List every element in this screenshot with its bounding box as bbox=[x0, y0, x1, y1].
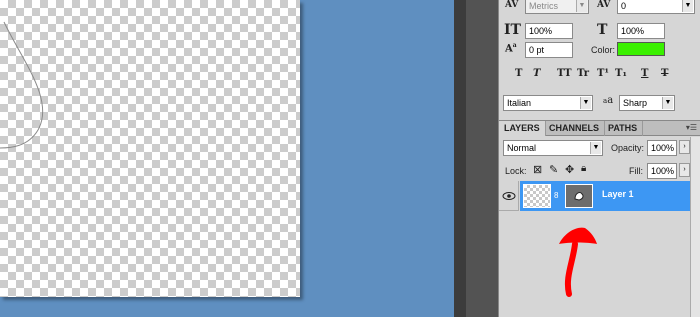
blend-mode-dropdown[interactable]: Normal ▼ bbox=[503, 140, 603, 156]
opacity-field[interactable]: 100% bbox=[647, 140, 677, 156]
all-caps-button[interactable]: TT bbox=[557, 68, 572, 79]
layer-row[interactable]: 8 Layer 1 bbox=[499, 181, 700, 211]
lock-label: Lock: bbox=[505, 166, 527, 176]
color-swatch[interactable] bbox=[617, 42, 665, 56]
opacity-label: Opacity: bbox=[611, 143, 645, 153]
faux-bold-button[interactable]: T bbox=[515, 68, 522, 79]
right-panel-dock: AV Metrics ▼ AV 0 ▼ IT 100% T 100% Aa 0 … bbox=[498, 0, 700, 317]
kerning-dropdown[interactable]: Metrics ▼ bbox=[525, 0, 589, 14]
eye-icon[interactable] bbox=[499, 181, 519, 211]
superscript-button[interactable]: T¹ bbox=[597, 68, 609, 79]
layer-thumbnail[interactable] bbox=[523, 184, 551, 208]
layer-selected-highlight[interactable]: 8 Layer 1 bbox=[520, 181, 700, 211]
layers-panel: Normal ▼ Opacity: 100% › Lock: ⊠ ✎ ✥ 🔒︎ … bbox=[499, 137, 700, 317]
chevron-down-icon[interactable]: ▼ bbox=[590, 142, 601, 154]
red-annotation-arrow bbox=[559, 227, 597, 297]
layers-panel-tabs: LAYERS CHANNELS PATHS ▾☰ bbox=[499, 120, 700, 136]
lock-transparency-icon[interactable]: ⊠ bbox=[533, 163, 542, 176]
chevron-down-icon[interactable]: ▼ bbox=[662, 97, 673, 109]
tracking-dropdown[interactable]: 0 ▼ bbox=[617, 0, 695, 14]
layers-scrollbar[interactable] bbox=[690, 137, 700, 317]
chevron-down-icon[interactable]: ▼ bbox=[682, 0, 693, 12]
link-icon[interactable]: 8 bbox=[554, 191, 558, 200]
vector-mask-thumbnail[interactable] bbox=[565, 184, 593, 208]
layer-name[interactable]: Layer 1 bbox=[602, 189, 634, 199]
opacity-slider-button[interactable]: › bbox=[679, 140, 690, 154]
blend-mode-value: Normal bbox=[507, 143, 537, 153]
panel-menu-icon[interactable]: ▾☰ bbox=[686, 123, 697, 132]
strikethrough-button[interactable]: T bbox=[661, 68, 668, 79]
fill-slider-button[interactable]: › bbox=[679, 163, 690, 177]
small-caps-button[interactable]: Tr bbox=[577, 68, 589, 79]
language-dropdown[interactable]: Italian ▼ bbox=[503, 95, 593, 111]
vertical-scale-value: 100% bbox=[529, 26, 553, 36]
lock-position-icon[interactable]: ✥ bbox=[565, 163, 574, 176]
horizontal-scale-value: 100% bbox=[621, 26, 645, 36]
horizontal-scale-icon: T bbox=[597, 22, 608, 38]
path-curve bbox=[0, 21, 44, 149]
tab-paths[interactable]: PATHS bbox=[603, 121, 644, 136]
horizontal-scale-field[interactable]: 100% bbox=[617, 23, 665, 39]
character-panel: AV Metrics ▼ AV 0 ▼ IT 100% T 100% Aa 0 … bbox=[499, 0, 700, 118]
tab-channels[interactable]: CHANNELS bbox=[544, 121, 606, 136]
chevron-down-icon[interactable]: ▼ bbox=[576, 0, 587, 12]
language-value: Italian bbox=[507, 98, 532, 108]
underline-button[interactable]: T bbox=[641, 68, 648, 79]
subscript-button[interactable]: T₁ bbox=[615, 68, 627, 79]
chevron-down-icon[interactable]: ▼ bbox=[580, 97, 591, 109]
vertical-scale-field[interactable]: 100% bbox=[525, 23, 573, 39]
lock-image-icon[interactable]: ✎ bbox=[549, 163, 558, 176]
baseline-shift-value: 0 pt bbox=[529, 45, 545, 55]
fill-label: Fill: bbox=[629, 166, 643, 176]
fill-value: 100% bbox=[651, 166, 675, 176]
canvas-area[interactable] bbox=[0, 0, 454, 317]
opacity-value: 100% bbox=[651, 143, 675, 153]
antialias-value: Sharp bbox=[623, 98, 648, 108]
document-canvas[interactable] bbox=[0, 0, 300, 297]
antialias-icon: aa bbox=[603, 95, 614, 106]
panel-dock-strip bbox=[454, 0, 466, 317]
baseline-shift-icon: Aa bbox=[505, 42, 517, 55]
baseline-shift-field[interactable]: 0 pt bbox=[525, 42, 573, 58]
tracking-icon: AV bbox=[597, 0, 611, 10]
antialias-icon-text: a bbox=[607, 95, 614, 106]
vertical-scale-icon: IT bbox=[504, 22, 521, 38]
tab-layers[interactable]: LAYERS bbox=[499, 121, 546, 136]
color-label: Color: bbox=[591, 45, 616, 55]
kerning-value: Metrics bbox=[529, 1, 558, 11]
tracking-value: 0 bbox=[621, 1, 627, 11]
lock-icon[interactable]: 🔒︎ bbox=[581, 163, 586, 174]
kerning-icon: AV bbox=[505, 0, 519, 10]
faux-italic-button[interactable]: T bbox=[533, 68, 540, 79]
fill-field[interactable]: 100% bbox=[647, 163, 677, 179]
antialias-dropdown[interactable]: Sharp ▼ bbox=[619, 95, 675, 111]
